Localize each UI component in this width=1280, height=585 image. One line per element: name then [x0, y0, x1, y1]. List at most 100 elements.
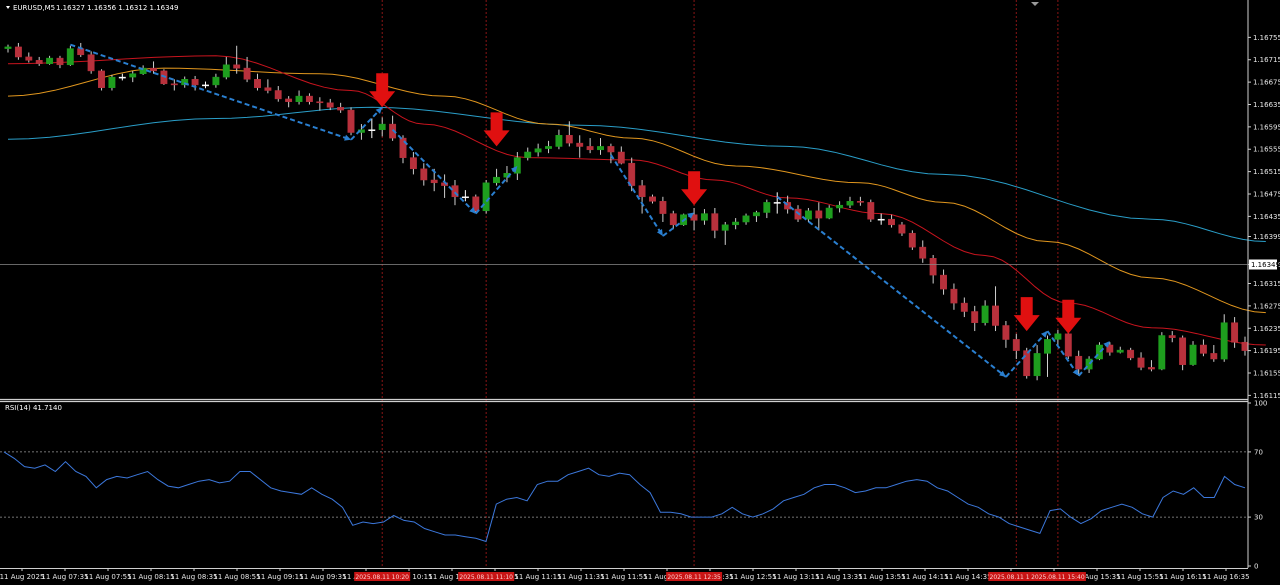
candle-body	[14, 46, 22, 58]
candle-body	[597, 146, 604, 151]
ohlc-readout: 1.16327 1.16356 1.16312 1.16349	[56, 4, 178, 12]
candle-body	[1054, 333, 1062, 340]
candle-body	[711, 213, 719, 231]
candle-body	[1044, 339, 1051, 354]
candle-body	[1199, 344, 1207, 354]
candle-body	[77, 48, 85, 56]
candle	[1189, 341, 1197, 366]
candle-body	[56, 57, 64, 66]
candle-body	[700, 213, 708, 221]
candle-body	[732, 221, 740, 226]
candle-body	[607, 146, 615, 153]
candle	[347, 107, 355, 136]
time-tick-label: 11 Aug 08:55	[213, 573, 260, 581]
candle-body	[1231, 322, 1239, 343]
candle-body	[285, 98, 293, 102]
candle-body	[804, 210, 812, 220]
candle-body	[545, 146, 552, 149]
rsi-tick-label: 70	[1254, 448, 1263, 456]
candle-body	[243, 67, 251, 80]
time-tick-label: 11 Aug 14:15	[901, 573, 948, 581]
time-tick-label: 11 Aug 09:15	[256, 573, 303, 581]
rsi-tick-label: 100	[1254, 400, 1267, 408]
candle	[867, 199, 875, 222]
time-tick-label: 11 Aug 09:35	[299, 573, 346, 581]
time-tick-label: 11 Aug 16:15	[1159, 573, 1206, 581]
candle-body	[118, 76, 126, 79]
candle-body	[1064, 333, 1072, 357]
candle-body	[482, 182, 490, 212]
time-tick-label: 11 Aug 08:35	[170, 573, 217, 581]
candle-body	[836, 204, 844, 209]
candle-body	[555, 135, 563, 147]
candle-body	[264, 87, 272, 91]
candle-body	[815, 210, 823, 219]
candle-body	[347, 109, 355, 133]
candle-body	[461, 196, 469, 199]
candle-body	[992, 305, 999, 326]
candle-body	[46, 57, 54, 64]
candle	[1158, 332, 1166, 371]
candle-body	[326, 102, 334, 108]
candle-body	[1095, 344, 1103, 360]
price-tick-label: 1.16755	[1253, 34, 1280, 42]
candle-body	[960, 302, 968, 312]
candle-body	[638, 185, 646, 198]
candle-body	[150, 67, 157, 72]
candle-body	[617, 151, 625, 164]
price-tick-label: 1.16275	[1253, 302, 1280, 310]
candle-body	[576, 142, 584, 147]
candle-body	[493, 176, 500, 184]
highlight-time-label: 2025.08.11 10:20	[355, 574, 409, 581]
candle-body	[888, 218, 895, 226]
chart-background	[0, 0, 1280, 585]
candle-body	[919, 246, 927, 259]
candle-body	[534, 148, 542, 153]
time-tick-label: 11 Aug 07:55	[84, 573, 131, 581]
candle-body	[867, 202, 875, 220]
candle-body	[1241, 341, 1249, 351]
candle-body	[773, 202, 781, 204]
candle-body	[659, 201, 667, 214]
candle-body	[378, 123, 386, 130]
highlight-time-label: 2025.08.11 12:35	[667, 574, 721, 581]
price-tick-label: 1.16315	[1253, 280, 1280, 288]
candle-body	[1147, 367, 1155, 370]
candle-body	[98, 70, 105, 88]
candle-body	[929, 258, 937, 276]
candle-body	[368, 129, 376, 131]
candle-body	[4, 46, 12, 49]
candle	[87, 51, 95, 74]
time-tick-label: 11 Aug 16:35	[1202, 573, 1249, 581]
candle-body	[971, 311, 979, 323]
candle-body	[108, 76, 116, 88]
price-tick-label: 1.16715	[1253, 56, 1280, 64]
candle-body	[1012, 339, 1020, 351]
candle-body	[409, 157, 417, 170]
candle-body	[170, 83, 178, 86]
candle-body	[66, 48, 74, 66]
time-tick-label: 11 Aug 07:35	[41, 573, 88, 581]
candle-body	[877, 218, 885, 221]
candle-body	[1189, 344, 1197, 365]
trading-chart[interactable]: 1.16755 1.16715 1.16675 1.16635 1.16595 1.165…	[0, 0, 1280, 585]
candle-body	[825, 207, 833, 219]
candle	[98, 69, 105, 91]
rsi-tick-label: 0	[1254, 563, 1258, 571]
candle-body	[254, 79, 261, 88]
candle-body	[565, 135, 573, 144]
candle-body	[524, 151, 532, 158]
candle-body	[337, 107, 345, 111]
rsi-label: RSI(14) 41.7140	[5, 404, 62, 412]
candle-body	[202, 84, 209, 87]
time-tick-label: 11 Aug 13:15	[772, 573, 819, 581]
candle-body	[856, 201, 864, 203]
time-tick-label: 11 Aug 2025	[0, 573, 44, 581]
time-tick-label: 11 Aug 11:35	[557, 573, 604, 581]
candle-body	[1075, 355, 1083, 370]
candle-body	[1002, 325, 1010, 340]
candle-body	[752, 212, 760, 217]
candle-body	[649, 196, 656, 202]
time-tick-label: 11 Aug 11:55	[600, 573, 647, 581]
candle-body	[1137, 357, 1145, 368]
